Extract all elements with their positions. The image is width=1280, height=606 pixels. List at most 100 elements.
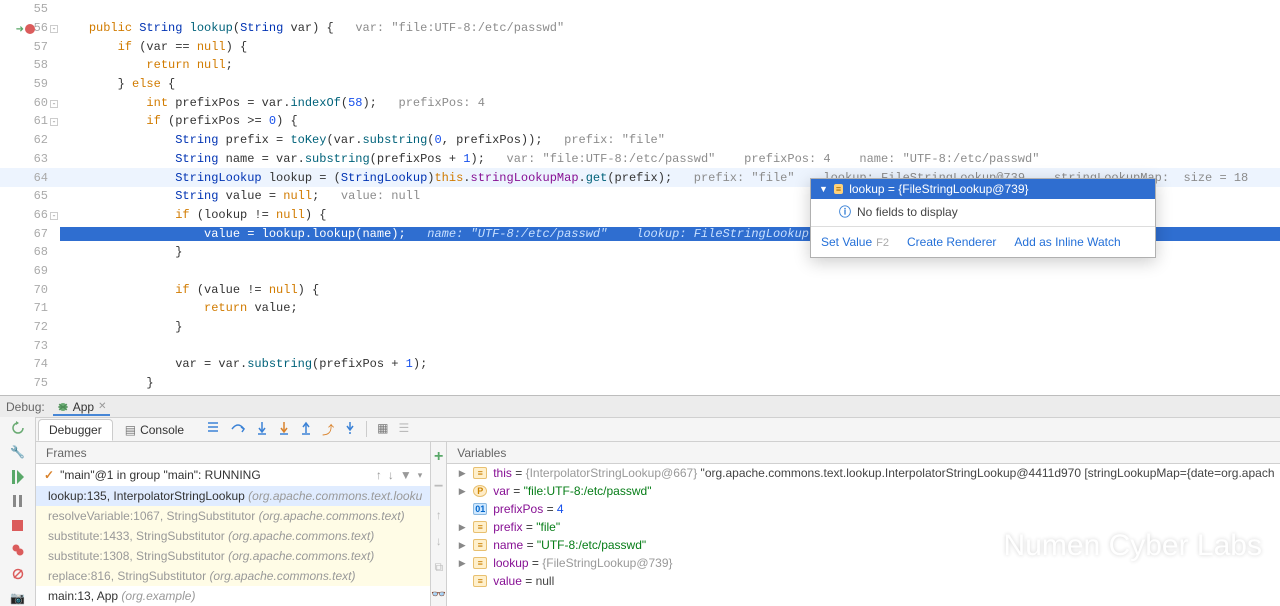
- chevron-right-icon[interactable]: ▶: [457, 540, 467, 551]
- code-line-69[interactable]: 69: [0, 262, 1280, 281]
- create-renderer-action[interactable]: Create Renderer: [907, 235, 996, 249]
- evaluate-expression-icon[interactable]: ▦: [377, 421, 388, 438]
- variable-row[interactable]: ▶≡this = {InterpolatorStringLookup@667} …: [451, 464, 1280, 482]
- resume-icon[interactable]: [10, 470, 26, 484]
- add-watch-icon[interactable]: +: [434, 448, 443, 466]
- thread-selector[interactable]: ✓ "main"@1 in group "main": RUNNING ↑ ↓ …: [36, 464, 430, 486]
- stack-frame[interactable]: lookup:135, InterpolatorStringLookup (or…: [36, 486, 430, 506]
- variable-row[interactable]: ▶≡lookup = {FileStringLookup@739}: [451, 554, 1280, 572]
- code-line-55[interactable]: 55: [0, 0, 1280, 19]
- gutter[interactable]: 58: [0, 58, 60, 72]
- stack-frame[interactable]: substitute:1308, StringSubstitutor (org.…: [36, 546, 430, 566]
- stack-frame[interactable]: main:13, App (org.example): [36, 586, 430, 606]
- set-value-action[interactable]: Set ValueF2: [821, 235, 889, 249]
- gutter[interactable]: 63: [0, 152, 60, 166]
- chevron-right-icon[interactable]: ▶: [457, 468, 467, 479]
- chevron-down-icon[interactable]: ▼: [819, 184, 828, 194]
- up-icon[interactable]: ↑: [436, 508, 442, 522]
- gutter[interactable]: 64: [0, 171, 60, 185]
- close-icon[interactable]: ✕: [98, 401, 106, 412]
- gutter[interactable]: 62: [0, 133, 60, 147]
- remove-watch-icon[interactable]: −: [434, 478, 443, 496]
- chevron-right-icon[interactable]: ▶: [457, 558, 467, 569]
- drop-frame-icon[interactable]: ⤴: [322, 421, 334, 438]
- console-tab[interactable]: ▤ Console: [115, 420, 194, 440]
- gutter[interactable]: 68: [0, 245, 60, 259]
- code-content[interactable]: var = var.substring(prefixPos + 1);: [60, 357, 1280, 371]
- code-content[interactable]: if (value != null) {: [60, 283, 1280, 297]
- gutter[interactable]: 75: [0, 376, 60, 390]
- gutter[interactable]: 72: [0, 320, 60, 334]
- gutter[interactable]: 57: [0, 40, 60, 54]
- code-content[interactable]: int prefixPos = var.indexOf(58); prefixP…: [60, 96, 1280, 110]
- step-over-icon[interactable]: [230, 421, 246, 438]
- inline-watch-action[interactable]: Add as Inline Watch: [1014, 235, 1120, 249]
- fold-icon[interactable]: -: [50, 100, 58, 108]
- gutter[interactable]: 59: [0, 77, 60, 91]
- gutter[interactable]: 55: [0, 2, 60, 16]
- stack-frame[interactable]: substitute:1433, StringSubstitutor (org.…: [36, 526, 430, 546]
- settings-icon[interactable]: 🔧: [10, 445, 26, 460]
- show-execution-point-icon[interactable]: [206, 421, 220, 438]
- force-step-into-icon[interactable]: [278, 421, 290, 438]
- code-line-72[interactable]: 72 }: [0, 318, 1280, 337]
- prev-frame-icon[interactable]: ↑: [376, 468, 382, 482]
- trace-icon[interactable]: ☰: [398, 421, 409, 438]
- code-line-73[interactable]: 73: [0, 336, 1280, 355]
- copy-icon[interactable]: ⧉: [434, 560, 443, 575]
- run-to-cursor-icon[interactable]: [344, 421, 356, 438]
- code-line-61[interactable]: 61- if (prefixPos >= 0) {: [0, 112, 1280, 131]
- gutter[interactable]: 56➜-: [0, 21, 60, 35]
- rerun-icon[interactable]: [10, 421, 26, 435]
- code-line-74[interactable]: 74 var = var.substring(prefixPos + 1);: [0, 355, 1280, 374]
- gutter[interactable]: 74: [0, 357, 60, 371]
- code-content[interactable]: if (var == null) {: [60, 40, 1280, 54]
- fold-icon[interactable]: -: [50, 25, 58, 33]
- code-content[interactable]: }: [60, 320, 1280, 334]
- mute-breakpoints-icon[interactable]: [10, 567, 26, 581]
- step-into-icon[interactable]: [256, 421, 268, 438]
- code-content[interactable]: String name = var.substring(prefixPos + …: [60, 152, 1280, 166]
- code-content[interactable]: if (prefixPos >= 0) {: [60, 114, 1280, 128]
- chevron-right-icon[interactable]: ▶: [457, 522, 467, 533]
- gutter[interactable]: 60-: [0, 96, 60, 110]
- code-line-63[interactable]: 63 String name = var.substring(prefixPos…: [0, 150, 1280, 169]
- stack-frame[interactable]: resolveVariable:1067, StringSubstitutor …: [36, 506, 430, 526]
- code-line-58[interactable]: 58 return null;: [0, 56, 1280, 75]
- gutter[interactable]: 67: [0, 227, 60, 241]
- code-content[interactable]: return null;: [60, 58, 1280, 72]
- code-line-60[interactable]: 60- int prefixPos = var.indexOf(58); pre…: [0, 93, 1280, 112]
- gutter[interactable]: 73: [0, 339, 60, 353]
- code-content[interactable]: public String lookup(String var) { var: …: [60, 21, 1280, 35]
- gutter[interactable]: 71: [0, 301, 60, 315]
- code-editor[interactable]: 55 56➜- public String lookup(String var) …: [0, 0, 1280, 395]
- glasses-icon[interactable]: 👓: [431, 587, 446, 601]
- code-content[interactable]: String prefix = toKey(var.substring(0, p…: [60, 133, 1280, 147]
- pause-icon[interactable]: [10, 494, 26, 508]
- variable-row[interactable]: ▶01prefixPos = 4: [451, 500, 1280, 518]
- code-line-57[interactable]: 57 if (var == null) {: [0, 37, 1280, 56]
- breakpoint-icon[interactable]: [24, 23, 36, 35]
- debug-run-tab[interactable]: App ✕: [53, 398, 111, 416]
- code-line-75[interactable]: 75 }: [0, 374, 1280, 393]
- chevron-right-icon[interactable]: ▶: [457, 486, 467, 497]
- gutter[interactable]: 70: [0, 283, 60, 297]
- gutter[interactable]: 69: [0, 264, 60, 278]
- stack-frame[interactable]: replace:816, StringSubstitutor (org.apac…: [36, 566, 430, 586]
- variable-row[interactable]: ▶≡prefix = "file": [451, 518, 1280, 536]
- more-icon[interactable]: ▾: [418, 470, 423, 481]
- gutter[interactable]: 66-: [0, 208, 60, 222]
- code-line-56[interactable]: 56➜- public String lookup(String var) { …: [0, 19, 1280, 38]
- code-line-59[interactable]: 59 } else {: [0, 75, 1280, 94]
- variable-row[interactable]: ▶≡name = "UTF-8:/etc/passwd": [451, 536, 1280, 554]
- gutter[interactable]: 65: [0, 189, 60, 203]
- fold-icon[interactable]: -: [50, 212, 58, 220]
- code-line-71[interactable]: 71 return value;: [0, 299, 1280, 318]
- code-line-70[interactable]: 70 if (value != null) {: [0, 280, 1280, 299]
- gutter[interactable]: 61-: [0, 114, 60, 128]
- down-icon[interactable]: ↓: [436, 534, 442, 548]
- debugger-tab[interactable]: Debugger: [38, 419, 113, 441]
- variable-row[interactable]: ▶≡value = null: [451, 572, 1280, 590]
- next-frame-icon[interactable]: ↓: [388, 468, 394, 482]
- step-out-icon[interactable]: [300, 421, 312, 438]
